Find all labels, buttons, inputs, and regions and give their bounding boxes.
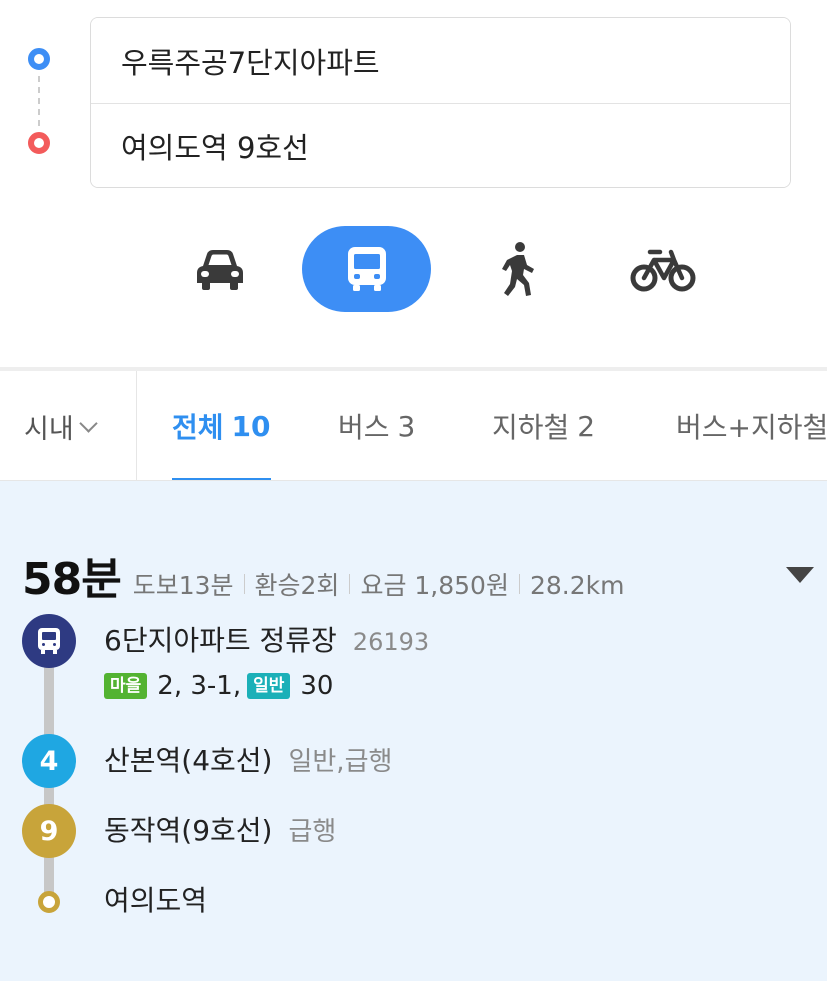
step-bus-stop: 6단지아파트 정류장 26193 [104, 619, 429, 659]
origin-input[interactable] [91, 18, 790, 103]
bike-icon [630, 249, 696, 292]
chevron-down-icon [78, 413, 98, 433]
step-dongjak-station: 동작역(9호선) 급행 [104, 809, 336, 849]
expand-toggle-icon[interactable] [786, 567, 814, 583]
subway-line-9-badge: 9 [22, 804, 76, 858]
village-bus-badge: 마을 [104, 673, 148, 699]
mode-walk-button[interactable] [478, 226, 558, 312]
stop-id: 26193 [352, 628, 430, 656]
subway-line-4-badge: 4 [22, 734, 76, 788]
meta-separator [518, 574, 520, 594]
mode-bike-button[interactable] [620, 226, 706, 312]
step-sanbon-station: 산본역(4호선) 일반,급행 [104, 739, 392, 779]
tab-count: 10 [231, 409, 271, 443]
regular-bus-numbers: 30 [300, 671, 334, 701]
route-dashed-line [38, 76, 40, 128]
tab-label: 전체 [172, 411, 224, 444]
tab-count: 2 [577, 409, 596, 443]
route-markers [26, 48, 52, 158]
meta-separator [243, 574, 245, 594]
origin-marker-icon [28, 48, 50, 70]
station-name: 산본역(4호선) [104, 744, 273, 777]
village-bus-numbers: 2, 3-1, [157, 671, 242, 701]
destination-input[interactable] [91, 103, 790, 187]
transport-mode-selector [0, 226, 827, 312]
tab-label: 지하철 [492, 411, 570, 444]
tab-all[interactable]: 전체 10 [172, 371, 271, 480]
regular-bus-badge: 일반 [247, 673, 291, 699]
car-icon [197, 250, 243, 290]
route-meta: 도보13분 환승2회 요금 1,850원 28.2km [133, 566, 625, 602]
total-duration: 58분 [22, 554, 122, 605]
tab-label: 버스+지하철 [676, 411, 827, 444]
destination-marker-icon [28, 132, 50, 154]
bus-icon [347, 247, 386, 291]
train-type: 급행 [288, 817, 337, 847]
tab-count: 3 [397, 409, 416, 443]
mode-car-button[interactable] [180, 226, 260, 312]
bus-line-list: 마을 2, 3-1, 일반 30 [104, 671, 339, 701]
walk-time: 도보13분 [132, 571, 234, 600]
meta-separator [349, 574, 351, 594]
tab-subway[interactable]: 지하철 2 [492, 371, 596, 480]
transfer-count: 환승2회 [254, 571, 340, 600]
tab-bus[interactable]: 버스 3 [338, 371, 416, 480]
tab-label: 버스 [338, 411, 390, 444]
distance: 28.2km [529, 571, 625, 600]
bus-stop-icon [22, 614, 76, 668]
station-name: 여의도역 [104, 884, 208, 917]
region-dropdown[interactable]: 시내 [0, 371, 137, 480]
route-inputs [90, 17, 791, 188]
fare: 요금 1,850원 [360, 571, 509, 600]
destination-dot-icon [38, 891, 60, 913]
route-result-card[interactable]: 58분 도보13분 환승2회 요금 1,850원 28.2km 6단지아파트 정… [0, 481, 827, 981]
train-type: 일반,급행 [288, 747, 393, 777]
step-destination: 여의도역 [104, 879, 207, 919]
walk-icon [502, 242, 534, 296]
tab-bus-subway[interactable]: 버스+지하철 [676, 371, 827, 480]
route-summary: 58분 도보13분 환승2회 요금 1,850원 28.2km [22, 543, 624, 607]
region-label: 시내 [24, 413, 74, 445]
mode-transit-button[interactable] [302, 226, 431, 312]
station-name: 동작역(9호선) [104, 814, 273, 847]
route-filter-tabs: 시내 전체 10 버스 3 지하철 2 버스+지하철 [0, 371, 827, 481]
stop-name: 6단지아파트 정류장 [104, 624, 337, 657]
